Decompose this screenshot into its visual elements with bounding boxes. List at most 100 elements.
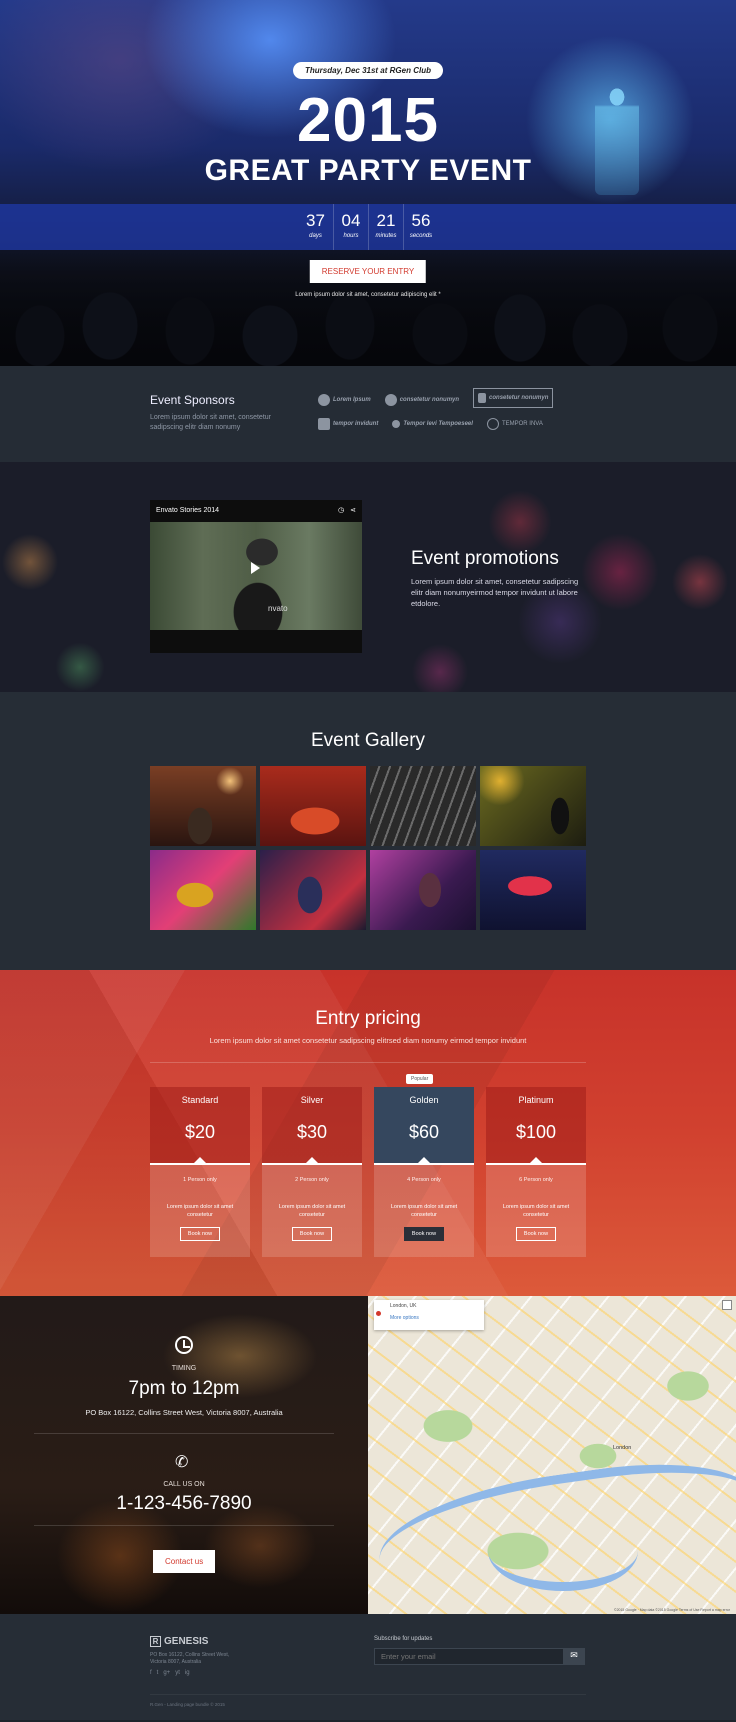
video-player[interactable]: Envato Stories 2014 ◷ ⋖ nvato	[150, 500, 362, 653]
phone-number[interactable]: 1-123-456-7890	[0, 1493, 368, 1515]
download-icon	[318, 394, 330, 406]
countdown-seconds: 56 seconds	[403, 204, 438, 250]
reserve-entry-button[interactable]: RESERVE YOUR ENTRY	[309, 260, 427, 283]
plan-body: 4 Person only Lorem ipsum dolor sit amet…	[374, 1165, 474, 1257]
countdown-label: minutes	[375, 233, 397, 239]
pricing-plans: Standard $20 1 Person only Lorem ipsum d…	[150, 1074, 586, 1257]
gallery-section: Event Gallery	[0, 692, 736, 970]
location-map[interactable]: London, UK More options London ©2015 Goo…	[368, 1296, 736, 1614]
plan-card-standard: Standard $20 1 Person only Lorem ipsum d…	[150, 1087, 250, 1257]
video-title: Envato Stories 2014	[156, 506, 220, 514]
map-info-card[interactable]: London, UK More options	[374, 1300, 484, 1330]
clock-icon[interactable]: ◷	[338, 506, 344, 514]
sponsor-logo[interactable]: consetetur nonumyn	[473, 388, 554, 408]
footer-address: PO Box 16122, Collins Street West, Victo…	[150, 1652, 230, 1665]
plan-description: Lorem ipsum dolor sit amet consetetur	[390, 1204, 458, 1218]
plan-name: Silver	[300, 1095, 324, 1105]
phone-icon: ✆	[175, 1454, 189, 1471]
sponsors-section: Event Sponsors Lorem ipsum dolor sit ame…	[0, 366, 736, 462]
sponsors-title: Event Sponsors	[150, 393, 235, 407]
map-pin-icon	[376, 1311, 381, 1316]
map-city-label: London	[613, 1445, 632, 1451]
gallery-image-saxophone-player[interactable]	[150, 850, 256, 930]
plan-body: 2 Person only Lorem ipsum dolor sit amet…	[262, 1165, 362, 1257]
subscribe-label: Subscribe for updates	[374, 1636, 433, 1642]
countdown-minutes: 21 minutes	[368, 204, 403, 250]
plan-header: Silver $30	[262, 1087, 362, 1163]
divider	[150, 1694, 586, 1695]
timing-label: TIMING	[171, 1365, 197, 1372]
gallery-image-guitar-closeup[interactable]	[370, 766, 476, 846]
facebook-icon[interactable]: f	[150, 1670, 152, 1676]
instagram-icon[interactable]: ig	[185, 1670, 190, 1676]
hourglass-icon	[478, 393, 487, 403]
plan-persons: 1 Person only	[183, 1177, 217, 1183]
countdown-band: 37 days 04 hours 21 minutes 56 seconds	[0, 204, 736, 250]
plan-pointer	[306, 1157, 318, 1163]
venue-address: PO Box 16122, Collins Street West, Victo…	[85, 1408, 283, 1417]
plan-body: 6 Person only Lorem ipsum dolor sit amet…	[486, 1165, 586, 1257]
plan-description: Lorem ipsum dolor sit amet consetetur	[166, 1204, 234, 1218]
contact-us-button[interactable]: Contact us	[153, 1550, 216, 1573]
plan-persons: 2 Person only	[295, 1177, 329, 1183]
sponsor-logo[interactable]: Tempor levi Tempoeseel	[392, 412, 473, 436]
video-watermark: nvato	[268, 604, 288, 613]
fullscreen-icon[interactable]	[722, 1300, 732, 1310]
brand-name: GENESIS	[164, 1636, 209, 1647]
play-icon[interactable]	[251, 562, 260, 574]
plan-description: Lorem ipsum dolor sit amet consetetur	[278, 1204, 346, 1218]
divider	[34, 1433, 334, 1434]
plan-header: Standard $20	[150, 1087, 250, 1163]
plan-body: 1 Person only Lorem ipsum dolor sit amet…	[150, 1165, 250, 1257]
call-label: CALL US ON	[163, 1481, 205, 1488]
sponsor-logo[interactable]: consetetur nonumyn	[384, 388, 460, 412]
book-now-button[interactable]: Book now	[403, 1227, 445, 1241]
sponsors-text: Lorem ipsum dolor sit amet, consetetur s…	[150, 414, 271, 431]
plan-pointer	[418, 1157, 430, 1163]
countdown-hours: 04 hours	[333, 204, 368, 250]
video-thumbnail: nvato	[150, 522, 362, 630]
sponsor-logo-label: consetetur nonumyn	[399, 397, 460, 403]
gallery-image-radio-city-sign[interactable]	[480, 850, 586, 930]
video-title-bar: Envato Stories 2014 ◷ ⋖	[150, 500, 362, 520]
share-icon[interactable]: ⋖	[350, 506, 356, 514]
promotions-text: Lorem ipsum dolor sit amet, consetetur s…	[411, 577, 579, 608]
gallery-image-concert-crowd[interactable]	[150, 766, 256, 846]
hero-year: 2015	[297, 86, 439, 155]
countdown-value: 21	[376, 211, 396, 230]
plan-pointer	[194, 1157, 206, 1163]
twitter-icon[interactable]: t	[157, 1670, 159, 1676]
brand-logo[interactable]: R GENESIS	[150, 1636, 208, 1647]
gallery-title: Event Gallery	[310, 730, 426, 751]
plan-price: $60	[408, 1122, 440, 1142]
gallery-image-singer-performing[interactable]	[260, 850, 366, 930]
book-now-button[interactable]: Book now	[291, 1227, 333, 1241]
gallery-image-cocktail-glass[interactable]	[260, 766, 366, 846]
promotions-title: Event promotions	[411, 548, 559, 569]
pricing-section: Entry pricing Lorem ipsum dolor sit amet…	[0, 970, 736, 1296]
search-logo-icon	[318, 418, 330, 430]
gallery-grid	[150, 766, 586, 930]
book-now-button[interactable]: Book now	[515, 1227, 557, 1241]
sponsor-logo[interactable]: Lorem Ipsum	[318, 388, 371, 412]
pricing-subtitle: Lorem ipsum dolor sit amet consetetur sa…	[209, 1036, 527, 1045]
gallery-image-singer-on-stage[interactable]	[480, 766, 586, 846]
book-now-button[interactable]: Book now	[179, 1227, 221, 1241]
hero-note: Lorem ipsum dolor sit amet, consetetur a…	[295, 292, 441, 298]
clock-icon	[175, 1336, 193, 1354]
event-date-badge: Thursday, Dec 31st at RGen Club	[293, 62, 443, 79]
social-links: f t g+ yt ig	[150, 1670, 190, 1676]
contact-panel: TIMING 7pm to 12pm PO Box 16122, Collins…	[0, 1296, 368, 1614]
sponsor-logo[interactable]: tempor invidunt	[318, 412, 378, 436]
email-input[interactable]	[374, 1648, 564, 1665]
gallery-image-drummer[interactable]	[370, 850, 476, 930]
countdown-label: seconds	[409, 233, 433, 239]
countdown-value: 04	[341, 211, 361, 230]
contact-map-section: TIMING 7pm to 12pm PO Box 16122, Collins…	[0, 1296, 736, 1614]
envelope-icon[interactable]: ✉	[563, 1648, 585, 1665]
google-plus-icon[interactable]: g+	[163, 1670, 170, 1676]
more-options-link[interactable]: More options	[380, 1315, 478, 1321]
youtube-icon[interactable]: yt	[175, 1670, 180, 1676]
plan-name: Platinum	[518, 1095, 554, 1105]
sponsor-logo[interactable]: TEMPOR INVA	[486, 412, 543, 436]
